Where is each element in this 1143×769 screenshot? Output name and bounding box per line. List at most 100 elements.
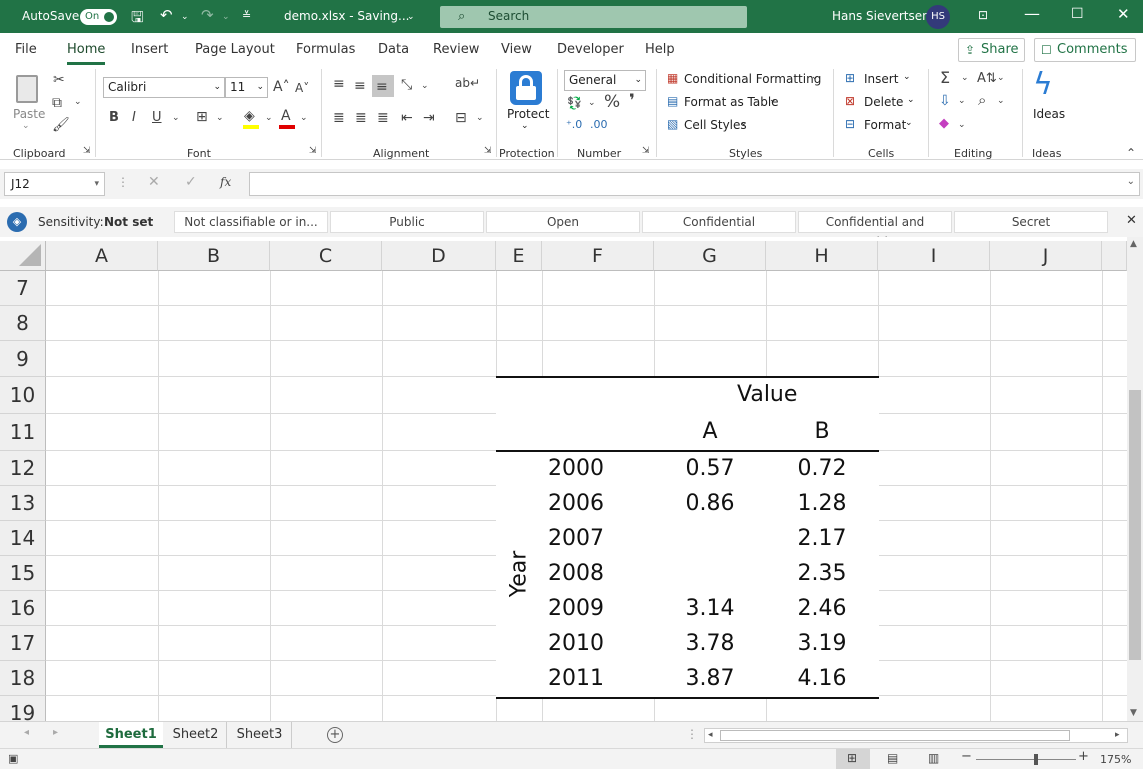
clear-dropdown-icon[interactable]: ⌄ [958, 121, 966, 130]
bold-button[interactable]: B [109, 111, 119, 124]
alignment-launcher-icon[interactable]: ⇲ [484, 147, 492, 156]
orientation-dropdown-icon[interactable]: ⌄ [421, 82, 429, 91]
autosum-icon[interactable]: Σ [940, 70, 950, 86]
increase-decimal-icon[interactable]: ⁺.0 [566, 119, 582, 130]
fill-icon[interactable]: ⇩ [939, 94, 951, 108]
column-header-h[interactable]: H [766, 241, 878, 271]
column-header-e[interactable]: E [496, 241, 542, 271]
row-header-7[interactable]: 7 [0, 271, 46, 306]
increase-font-size-icon[interactable]: A˄ [273, 80, 290, 94]
zoom-out-icon[interactable]: − [961, 749, 972, 764]
tab-splitter-icon[interactable]: ⋮ [686, 727, 698, 741]
insert-function-icon[interactable]: fx [220, 175, 231, 189]
row-header-10[interactable]: 10 [0, 377, 46, 414]
tab-view[interactable]: View [501, 42, 532, 57]
sensitivity-option-confidential-sensitive[interactable]: Confidential and Sensitive [798, 211, 952, 249]
tab-page-layout[interactable]: Page Layout [195, 42, 275, 57]
format-painter-icon[interactable]: 🖌 [52, 118, 70, 132]
column-header-b[interactable]: B [158, 241, 270, 271]
borders-icon[interactable]: ⊞ [196, 110, 208, 124]
save-icon[interactable]: 🖫 [131, 7, 144, 32]
sheet-tab-sheet1[interactable]: Sheet1 [99, 722, 163, 748]
scroll-right-icon[interactable]: ▸ [1115, 730, 1120, 740]
tab-review[interactable]: Review [433, 42, 479, 57]
comments-button[interactable]: ☐ Comments [1034, 38, 1136, 62]
close-icon[interactable]: ✕ [1117, 5, 1130, 23]
fill-dropdown-icon[interactable]: ⌄ [958, 97, 966, 106]
merge-center-dropdown-icon[interactable]: ⌄ [476, 114, 484, 123]
delete-cells-dropdown-icon[interactable]: ⌄ [907, 95, 915, 105]
close-sensitivity-icon[interactable]: ✕ [1126, 213, 1137, 228]
conditional-formatting-dropdown-icon[interactable]: ⌄ [811, 72, 819, 82]
protect-dropdown-icon[interactable]: ⌄ [521, 121, 529, 131]
row-header-11[interactable]: 11 [0, 414, 46, 451]
page-layout-view-icon[interactable]: ▤ [887, 751, 898, 765]
normal-view-button[interactable]: ⊞ [836, 749, 870, 769]
fill-color-dropdown-icon[interactable]: ⌄ [265, 114, 273, 123]
italic-button[interactable]: I [132, 111, 136, 124]
accounting-format-icon[interactable]: 💱 [567, 97, 582, 109]
column-header-c[interactable]: C [270, 241, 382, 271]
align-right-icon[interactable]: ≣ [377, 111, 389, 125]
merge-center-icon[interactable]: ⊟ [455, 111, 467, 125]
sensitivity-option-secret[interactable]: Secret [954, 211, 1108, 233]
copy-icon[interactable]: ⧉ [52, 96, 62, 110]
column-header-a[interactable]: A [46, 241, 158, 271]
page-break-view-icon[interactable]: ▥ [928, 751, 939, 765]
copy-dropdown-icon[interactable]: ⌄ [74, 98, 82, 107]
spreadsheet-grid[interactable]: A B C D E F G H I J 7 8 9 10 11 12 13 14… [0, 237, 1127, 721]
column-header-k[interactable] [1102, 241, 1127, 271]
user-name[interactable]: Hans Sievertsen [832, 9, 930, 23]
row-header-8[interactable]: 8 [0, 306, 46, 341]
search-box[interactable]: ⌕ Search [440, 6, 747, 28]
format-cells-icon[interactable]: ⊟ [845, 118, 855, 130]
add-sheet-icon[interactable]: + [327, 727, 343, 743]
row-header-12[interactable]: 12 [0, 451, 46, 486]
align-center-icon[interactable]: ≣ [355, 111, 367, 125]
clear-icon[interactable]: ◆ [939, 117, 949, 130]
row-header-14[interactable]: 14 [0, 521, 46, 556]
align-bottom-button[interactable]: ≡ [372, 75, 394, 97]
zoom-in-icon[interactable]: + [1078, 749, 1089, 764]
sheet-tab-sheet2[interactable]: Sheet2 [165, 722, 227, 748]
font-size-select[interactable]: 11 ⌄ [225, 77, 268, 98]
align-middle-icon[interactable]: ≡ [354, 79, 366, 93]
insert-cells-icon[interactable]: ⊞ [845, 72, 855, 84]
decrease-decimal-icon[interactable]: .00 [590, 119, 608, 130]
delete-cells-icon[interactable]: ⊠ [845, 95, 855, 107]
zoom-slider-thumb[interactable] [1034, 754, 1038, 765]
sensitivity-option-confidential[interactable]: Confidential [642, 211, 796, 233]
share-button[interactable]: ⇪ Share [958, 38, 1025, 62]
tab-formulas[interactable]: Formulas [296, 42, 355, 57]
tab-help[interactable]: Help [645, 42, 675, 57]
redo-icon[interactable]: ↷ [201, 6, 214, 24]
row-header-19[interactable]: 19 [0, 696, 46, 721]
paste-dropdown-icon[interactable]: ⌄ [22, 121, 30, 131]
formula-input[interactable]: ⌄ [249, 172, 1140, 196]
vertical-scroll-thumb[interactable] [1129, 390, 1141, 660]
sensitivity-option-open[interactable]: Open [486, 211, 640, 233]
decrease-font-size-icon[interactable]: A˅ [295, 82, 309, 94]
scroll-left-icon[interactable]: ◂ [708, 730, 713, 740]
cell-styles-button[interactable]: Cell Styles [684, 118, 747, 132]
autosum-dropdown-icon[interactable]: ⌄ [961, 74, 969, 83]
ribbon-display-options-icon[interactable]: ⊡ [978, 8, 988, 22]
horizontal-scrollbar[interactable]: ◂ ▸ [704, 728, 1128, 743]
accounting-dropdown-icon[interactable]: ⌄ [588, 99, 596, 108]
redo-dropdown-icon[interactable]: ⌄ [222, 12, 230, 22]
paste-button[interactable] [12, 71, 44, 107]
tab-home[interactable]: Home [67, 42, 106, 65]
protect-label[interactable]: Protect [507, 107, 549, 121]
cell-styles-dropdown-icon[interactable]: ⌄ [740, 118, 748, 128]
column-header-i[interactable]: I [878, 241, 990, 271]
avatar[interactable]: HS [926, 5, 950, 29]
format-as-table-dropdown-icon[interactable]: ⌄ [769, 95, 777, 105]
percent-style-icon[interactable]: % [604, 94, 620, 111]
align-top-icon[interactable]: ≡ [333, 77, 345, 91]
format-as-table-button[interactable]: Format as Table [684, 95, 779, 109]
zoom-slider[interactable] [976, 759, 1076, 760]
format-cells-button[interactable]: Format [864, 118, 906, 132]
row-header-18[interactable]: 18 [0, 661, 46, 696]
confirm-entry-icon[interactable]: ✓ [185, 174, 197, 190]
macro-recording-icon[interactable]: ▣ [8, 752, 18, 765]
